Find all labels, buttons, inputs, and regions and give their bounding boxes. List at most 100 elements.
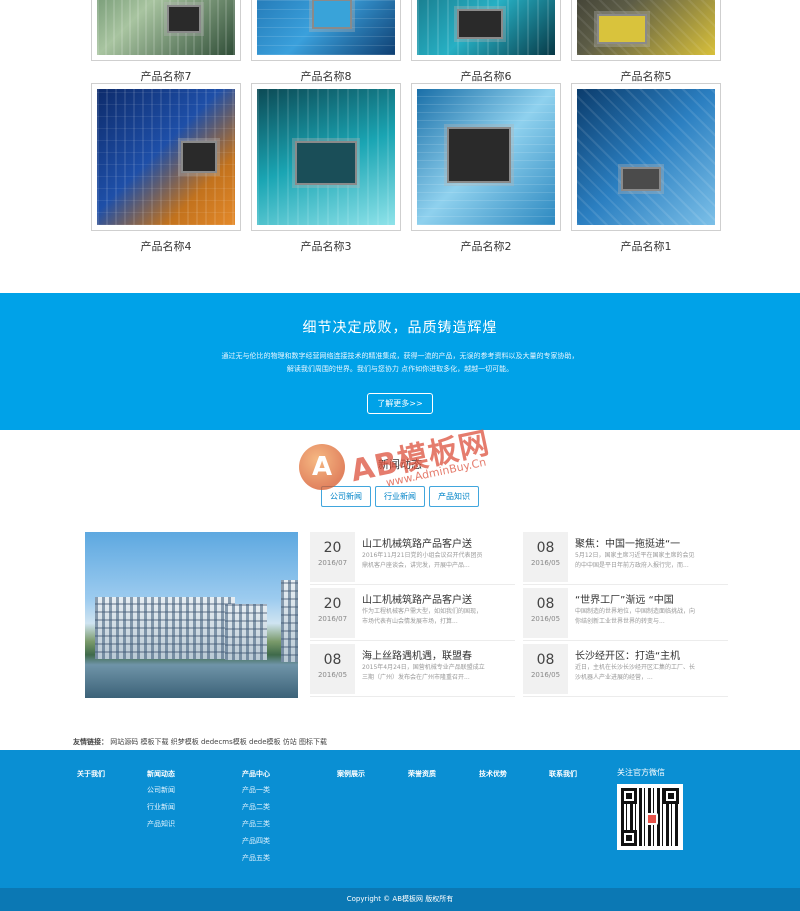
friend-links: 友情链接： 网站源码 模板下载 织梦模板 dedecms模板 dede模板 仿站… — [0, 736, 800, 750]
footer-heading[interactable]: 案例展示 — [337, 769, 365, 779]
news-date: 08 2016/05 — [523, 644, 568, 694]
news-date: 20 2016/07 — [310, 532, 355, 582]
friend-link[interactable]: 模板下载 — [140, 738, 168, 746]
news-day: 20 — [323, 596, 342, 612]
product-image[interactable] — [257, 0, 395, 55]
product-name[interactable]: 产品名称1 — [571, 238, 721, 254]
product-card[interactable]: 产品名称6 — [411, 0, 561, 84]
friend-link[interactable]: 网站源码 — [110, 738, 138, 746]
banner-text-line-2: 解读我们周围的世界。我们与您协力 点作如你进取多化，越越一切可能。 — [286, 365, 514, 373]
news-summary: 中国制造的世界地位，中国制造面临挑战，向你结创新工业世界世界的转变与... — [575, 608, 696, 625]
product-card[interactable]: 产品名称1 — [571, 83, 721, 254]
footer-link[interactable]: 产品四类 — [242, 836, 270, 846]
footer-heading[interactable]: 联系我们 — [549, 769, 577, 779]
product-image[interactable] — [97, 0, 235, 55]
friend-link[interactable]: dede模板 — [249, 738, 281, 746]
footer-link[interactable]: 行业新闻 — [147, 802, 175, 812]
divider — [310, 584, 515, 585]
news-item[interactable]: 08 2016/05 “世界工厂”渐远 “中国 中国制造的世界地位，中国制造面临… — [523, 588, 730, 641]
news-item[interactable]: 08 2016/05 海上丝路遇机遇，联盟春 2015年4月24日，国营机械专业… — [310, 644, 517, 697]
footer-col-tech: 技术优势 — [479, 769, 507, 785]
news-day: 08 — [323, 652, 342, 668]
product-name[interactable]: 产品名称6 — [411, 68, 561, 84]
footer-heading[interactable]: 技术优势 — [479, 769, 507, 779]
news-year-month: 2016/07 — [317, 615, 348, 623]
news-title[interactable]: 聚焦：中国一拖挺进“一 — [575, 535, 730, 550]
footer-heading[interactable]: 产品中心 — [242, 769, 270, 779]
product-card[interactable]: 产品名称7 — [91, 0, 241, 84]
product-name[interactable]: 产品名称5 — [571, 68, 721, 84]
wechat-label: 关注官方微信 — [617, 768, 665, 777]
news-item[interactable]: 20 2016/07 山工机械筑路产品客户送 作为工程机械客户需大型，如如我们的… — [310, 588, 517, 641]
friend-link[interactable]: 仿站 — [283, 738, 297, 746]
news-item[interactable]: 08 2016/05 聚焦：中国一拖挺进“一 5月12日，国家主席习近平在国家主… — [523, 532, 730, 585]
product-card[interactable]: 产品名称8 — [251, 0, 401, 84]
news-date: 08 2016/05 — [310, 644, 355, 694]
footer-link[interactable]: 产品三类 — [242, 819, 270, 829]
product-name[interactable]: 产品名称2 — [411, 238, 561, 254]
news-photo[interactable] — [85, 532, 298, 698]
product-name[interactable]: 产品名称3 — [251, 238, 401, 254]
footer-col-about: 关于我们 — [77, 769, 105, 785]
product-card[interactable]: 产品名称2 — [411, 83, 561, 254]
footer-col-products: 产品中心 产品一类 产品二类 产品三类 产品四类 产品五类 — [242, 769, 270, 870]
product-card[interactable]: 产品名称5 — [571, 0, 721, 84]
friend-link[interactable]: 图标下载 — [299, 738, 327, 746]
footer-heading[interactable]: 关于我们 — [77, 769, 105, 779]
news-summary: 5月12日，国家主席习近平在国家主席的会见的中中国是平日年前方政府入报行完，而.… — [575, 552, 695, 569]
product-name[interactable]: 产品名称8 — [251, 68, 401, 84]
news-item[interactable]: 20 2016/07 山工机械筑路产品客户送 2016年11月21日党的小组会议… — [310, 532, 517, 585]
footer-heading[interactable]: 荣誉资质 — [408, 769, 436, 779]
product-image[interactable] — [577, 0, 715, 55]
footer-col-news: 新闻动态 公司新闻 行业新闻 产品知识 — [147, 769, 175, 836]
divider — [310, 640, 515, 641]
footer-link[interactable]: 产品一类 — [242, 785, 270, 795]
news-title[interactable]: 长沙经开区：打造“主机 — [575, 647, 730, 662]
product-grid: 产品名称7 产品名称8 产品名称6 产品名称5 产品名称4 产品名称3 产品名称… — [0, 0, 800, 293]
news-date: 20 2016/07 — [310, 588, 355, 638]
footer-link[interactable]: 产品五类 — [242, 853, 270, 863]
product-image[interactable] — [417, 0, 555, 55]
banner-text: 通过无与伦比的物理和数字经营网络连接技术的精准集成，获得一流的产品，无误的参考资… — [0, 350, 800, 376]
banner-title: 细节决定成败，品质铸造辉煌 — [302, 320, 498, 336]
footer-link[interactable]: 产品知识 — [147, 819, 175, 829]
news-title[interactable]: 海上丝路遇机遇，联盟春 — [362, 647, 517, 662]
news-title[interactable]: “世界工厂”渐远 “中国 — [575, 591, 730, 606]
news-day: 08 — [536, 540, 555, 556]
wechat-block: 关注官方微信 — [617, 767, 683, 850]
footer-heading[interactable]: 新闻动态 — [147, 769, 175, 779]
learn-more-button[interactable]: 了解更多>> — [367, 393, 433, 414]
news-title[interactable]: 山工机械筑路产品客户送 — [362, 591, 517, 606]
product-card[interactable]: 产品名称4 — [91, 83, 241, 254]
product-name[interactable]: 产品名称7 — [91, 68, 241, 84]
wechat-qr-code — [617, 784, 683, 850]
product-image[interactable] — [97, 89, 235, 225]
news-year-month: 2016/05 — [530, 671, 561, 679]
news-day: 08 — [536, 596, 555, 612]
tab-industry-news[interactable]: 行业新闻 — [375, 486, 425, 507]
product-name[interactable]: 产品名称4 — [91, 238, 241, 254]
news-year-month: 2016/05 — [317, 671, 348, 679]
news-title[interactable]: 山工机械筑路产品客户送 — [362, 535, 517, 550]
tab-company-news[interactable]: 公司新闻 — [321, 486, 371, 507]
news-summary: 2016年11月21日党的小组会议召开代表团员鼎机客户座谈会，讲完发，开展中产品… — [362, 552, 483, 569]
friend-link[interactable]: dedecms模板 — [201, 738, 247, 746]
footer-link[interactable]: 产品二类 — [242, 802, 270, 812]
product-card[interactable]: 产品名称3 — [251, 83, 401, 254]
news-item[interactable]: 08 2016/05 长沙经开区：打造“主机 近日，主机在长沙长沙经开区汇集的工… — [523, 644, 730, 697]
footer-link[interactable]: 公司新闻 — [147, 785, 175, 795]
news-date: 08 2016/05 — [523, 532, 568, 582]
product-image[interactable] — [257, 89, 395, 225]
friend-link[interactable]: 织梦模板 — [171, 738, 199, 746]
footer: 关于我们 新闻动态 公司新闻 行业新闻 产品知识 产品中心 产品一类 产品二类 … — [0, 750, 800, 888]
tab-product-knowledge[interactable]: 产品知识 — [429, 486, 479, 507]
product-image[interactable] — [417, 89, 555, 225]
product-image[interactable] — [577, 89, 715, 225]
friend-links-label: 友情链接： — [73, 738, 108, 746]
news-day: 08 — [536, 652, 555, 668]
news-year-month: 2016/05 — [530, 615, 561, 623]
banner-text-line-1: 通过无与伦比的物理和数字经营网络连接技术的精准集成，获得一流的产品，无误的参考资… — [221, 352, 579, 360]
footer-col-cases: 案例展示 — [337, 769, 365, 785]
copyright: Copyright © AB模板网 版权所有 — [0, 888, 800, 911]
footer-col-honors: 荣誉资质 — [408, 769, 436, 785]
